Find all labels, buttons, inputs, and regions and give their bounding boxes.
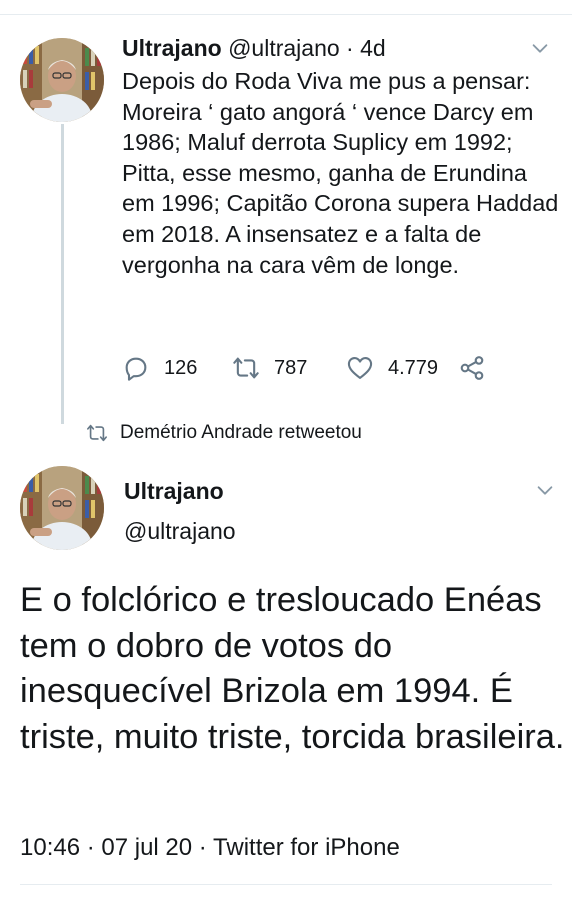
tweet1-age[interactable]: 4d [360,35,386,61]
like-button[interactable]: 4.779 [346,354,438,382]
tweet2-time[interactable]: 10:46 [20,834,80,861]
chevron-down-icon[interactable] [534,479,556,501]
thread-line [61,124,64,424]
heart-icon [347,357,373,379]
top-divider [0,14,572,15]
tweet1-separator: · [339,35,361,61]
share-button[interactable] [458,354,486,382]
retweet-count: 787 [274,356,308,379]
tweet1-text: Depois do Roda Viva me pus a pensar: Mor… [122,68,559,278]
like-count: 4.779 [388,356,439,379]
tweet2-source[interactable]: Twitter for iPhone [213,834,400,861]
retweeted-by-label: Demétrio Andrade retweetou [120,422,362,443]
tweet2-date[interactable]: 07 jul 20 [101,834,192,861]
meta-separator: · [192,834,214,861]
bottom-divider [20,884,552,885]
retweet-icon [87,424,107,442]
retweet-button[interactable]: 787 [232,354,307,382]
tweet1-handle[interactable]: @ultrajano [228,35,340,61]
reply-button[interactable]: 126 [122,354,197,382]
chevron-down-icon[interactable] [529,37,551,59]
tweet2-meta: 10:46 · 07 jul 20 · Twitter for iPhone [20,834,400,862]
reply-count: 126 [164,356,198,379]
retweet-icon [233,357,259,379]
tweet1-header: Ultrajano @ultrajano · 4d [122,34,386,62]
tweet1-author-name[interactable]: Ultrajano [122,35,222,61]
share-icon [460,356,484,380]
retweeted-by[interactable]: Demétrio Andrade retweetou [86,422,362,444]
tweet2-handle[interactable]: @ultrajano [124,518,236,545]
tweet2-text: E o folclórico e tresloucado Enéas tem o… [20,581,565,756]
meta-separator: · [80,834,102,861]
avatar[interactable] [20,38,104,122]
avatar[interactable] [20,466,104,550]
tweet2-author-name[interactable]: Ultrajano [124,478,224,505]
reply-icon [125,357,147,381]
